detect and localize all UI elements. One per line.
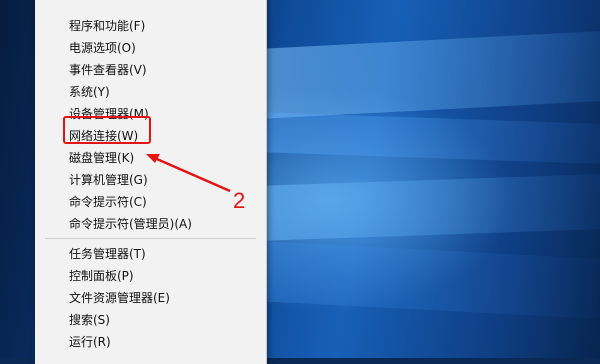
annotation-arrow-icon: [146, 154, 231, 193]
annotation-step-number: 2: [233, 188, 246, 213]
